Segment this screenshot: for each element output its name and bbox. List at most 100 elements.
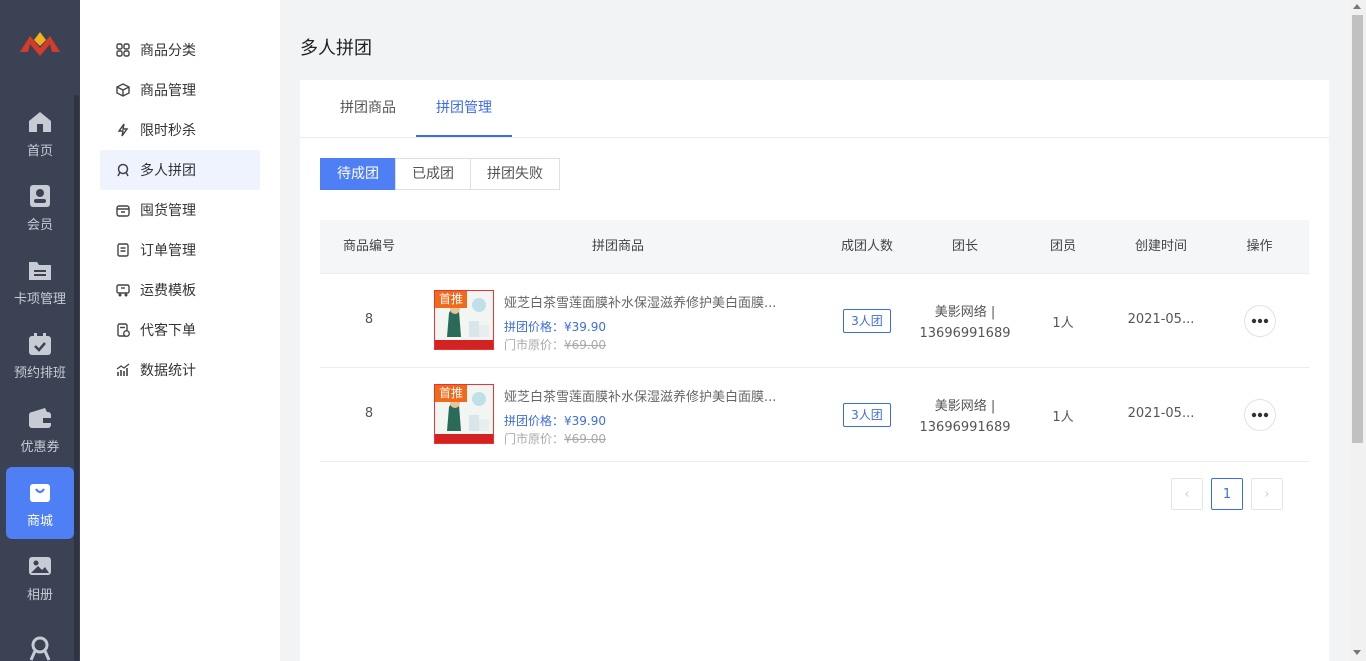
leader-name: 美影网络 |: [934, 399, 996, 414]
chart-icon: [115, 362, 131, 378]
home-icon: [26, 108, 54, 136]
submenu-item-stats[interactable]: 数据统计: [100, 350, 260, 390]
leader-phone: 13696991689: [919, 420, 1011, 435]
nav-scrollbar[interactable]: [74, 95, 79, 661]
content-card: 拼团商品 拼团管理 待成团 已成团 拼团失败 商品编号 拼团商品 成团人数 团长…: [300, 80, 1329, 661]
thumbnail-stripe: [435, 340, 493, 349]
nav-label: 预约排班: [13, 365, 66, 381]
submenu-label: 限时秒杀: [140, 123, 196, 139]
col-product-id: 商品编号: [342, 239, 395, 254]
col-group-size: 成团人数: [840, 239, 893, 254]
group-icon: [26, 635, 54, 661]
more-actions-button[interactable]: [1244, 305, 1276, 337]
original-price-value: ¥69.00: [564, 432, 607, 446]
nav-item-schedule[interactable]: 预约排班: [6, 319, 74, 391]
more-actions-button[interactable]: [1244, 399, 1276, 431]
submenu-item-products[interactable]: 商品管理: [100, 70, 260, 110]
leader-name: 美影网络 |: [934, 305, 996, 320]
group-icon: [115, 162, 131, 178]
order-icon: [115, 242, 131, 258]
group-size-tag: 3人团: [843, 403, 891, 427]
nav-item-home[interactable]: 首页: [6, 97, 74, 169]
recommend-badge: 首推: [435, 291, 467, 308]
nav-item-coupon[interactable]: 优惠券: [6, 393, 74, 465]
submenu-item-stock[interactable]: 囤货管理: [100, 190, 260, 230]
leader-info: 美影网络 | 13696991689: [916, 302, 1014, 344]
product-name[interactable]: 娅芝白茶雪莲面膜补水保湿滋养修护美白面膜...: [504, 292, 804, 311]
shopping-bag-icon: [26, 478, 54, 506]
page-scrollbar[interactable]: [1349, 0, 1366, 661]
product-id: 8: [364, 312, 374, 327]
nav-item-member[interactable]: 会员: [6, 171, 74, 243]
submenu-label: 运费模板: [140, 283, 196, 299]
submenu-label: 商品分类: [140, 43, 196, 59]
original-price: 门市原价：¥69.00: [504, 336, 606, 353]
product-thumbnail[interactable]: 首推: [434, 290, 494, 350]
leader-info: 美影网络 | 13696991689: [916, 396, 1014, 438]
submenu-label: 订单管理: [140, 243, 196, 259]
member-count: 1人: [1052, 410, 1074, 425]
product-id: 8: [364, 406, 374, 421]
product-name[interactable]: 娅芝白茶雪莲面膜补水保湿滋养修护美白面膜...: [504, 386, 804, 405]
tab-group-management[interactable]: 拼团管理: [416, 80, 512, 137]
scroll-down-arrow-icon[interactable]: [1353, 650, 1361, 655]
submenu-label: 数据统计: [140, 363, 196, 379]
nav-item-mall[interactable]: 商城: [6, 467, 74, 539]
group-price: 拼团价格：¥39.90: [504, 320, 606, 334]
product-thumbnail[interactable]: 首推: [434, 384, 494, 444]
submenu-label: 商品管理: [140, 83, 196, 99]
submenu-label: 多人拼团: [140, 163, 196, 179]
group-size-tag: 3人团: [843, 309, 891, 333]
submenu-item-flash-sale[interactable]: 限时秒杀: [100, 110, 260, 150]
page-number-button[interactable]: 1: [1211, 478, 1243, 510]
box-icon: [115, 82, 131, 98]
nav-item-album[interactable]: 相册: [6, 541, 74, 613]
page-title: 多人拼团: [300, 38, 372, 59]
filter-failed[interactable]: 拼团失败: [470, 158, 560, 190]
submenu-item-proxy-order[interactable]: 代客下单: [100, 310, 260, 350]
group-price: 拼团价格：¥39.90: [504, 414, 606, 428]
table-row: 8 首推 娅芝白茶雪莲面膜补水保湿滋养修护美白面膜... 拼团价格：¥39.90…: [320, 368, 1309, 462]
next-page-button[interactable]: ›: [1251, 478, 1283, 510]
card-folder-icon: [26, 256, 54, 284]
submenu-item-orders[interactable]: 订单管理: [100, 230, 260, 270]
submenu-item-group-buy[interactable]: 多人拼团: [100, 150, 260, 190]
nav-label: 优惠券: [20, 439, 60, 455]
nav-label: 会员: [26, 217, 53, 233]
created-time: 2021-05...: [1127, 312, 1195, 327]
created-time: 2021-05...: [1127, 406, 1195, 421]
scrollbar-thumb[interactable]: [1352, 15, 1363, 443]
status-filter: 待成团 已成团 拼团失败: [320, 158, 560, 190]
nav-item-cards[interactable]: 卡项管理: [6, 245, 74, 317]
grid-icon: [115, 42, 131, 58]
tab-bar: 拼团商品 拼团管理: [300, 80, 1329, 138]
original-price-value: ¥69.00: [564, 338, 607, 352]
thumbnail-stripe: [435, 434, 493, 443]
wallet-icon: [26, 404, 54, 432]
submenu-item-shipping[interactable]: 运费模板: [100, 270, 260, 310]
member-icon: [26, 182, 54, 210]
flash-icon: [115, 122, 131, 138]
nav-label: 卡项管理: [13, 291, 66, 307]
main-nav: 首页 会员 卡项管理 预约排班 优惠券 商城 相册: [0, 0, 80, 661]
filter-pending[interactable]: 待成团: [320, 158, 396, 190]
tab-group-products[interactable]: 拼团商品: [328, 80, 408, 137]
prev-page-button[interactable]: ‹: [1171, 478, 1203, 510]
submenu-label: 代客下单: [140, 323, 196, 339]
recommend-badge: 首推: [435, 385, 467, 402]
col-actions: 操作: [1246, 239, 1273, 254]
brand-logo: [16, 26, 64, 62]
nav-label: 商城: [26, 513, 53, 529]
sub-menu: 商品分类 商品管理 限时秒杀 多人拼团 囤货管理 订单管理 运费模板 代客下单 …: [80, 0, 280, 661]
scroll-up-arrow-icon[interactable]: [1353, 4, 1361, 9]
store-icon: [115, 202, 131, 218]
col-product: 拼团商品: [591, 239, 644, 254]
filter-completed[interactable]: 已成团: [395, 158, 471, 190]
leader-phone: 13696991689: [919, 326, 1011, 341]
original-price-label: 门市原价：: [504, 432, 565, 446]
nav-label: 相册: [26, 587, 53, 603]
nav-label: 首页: [26, 143, 53, 159]
album-icon: [26, 552, 54, 580]
nav-item-more[interactable]: [6, 615, 74, 661]
submenu-item-category[interactable]: 商品分类: [100, 30, 260, 70]
